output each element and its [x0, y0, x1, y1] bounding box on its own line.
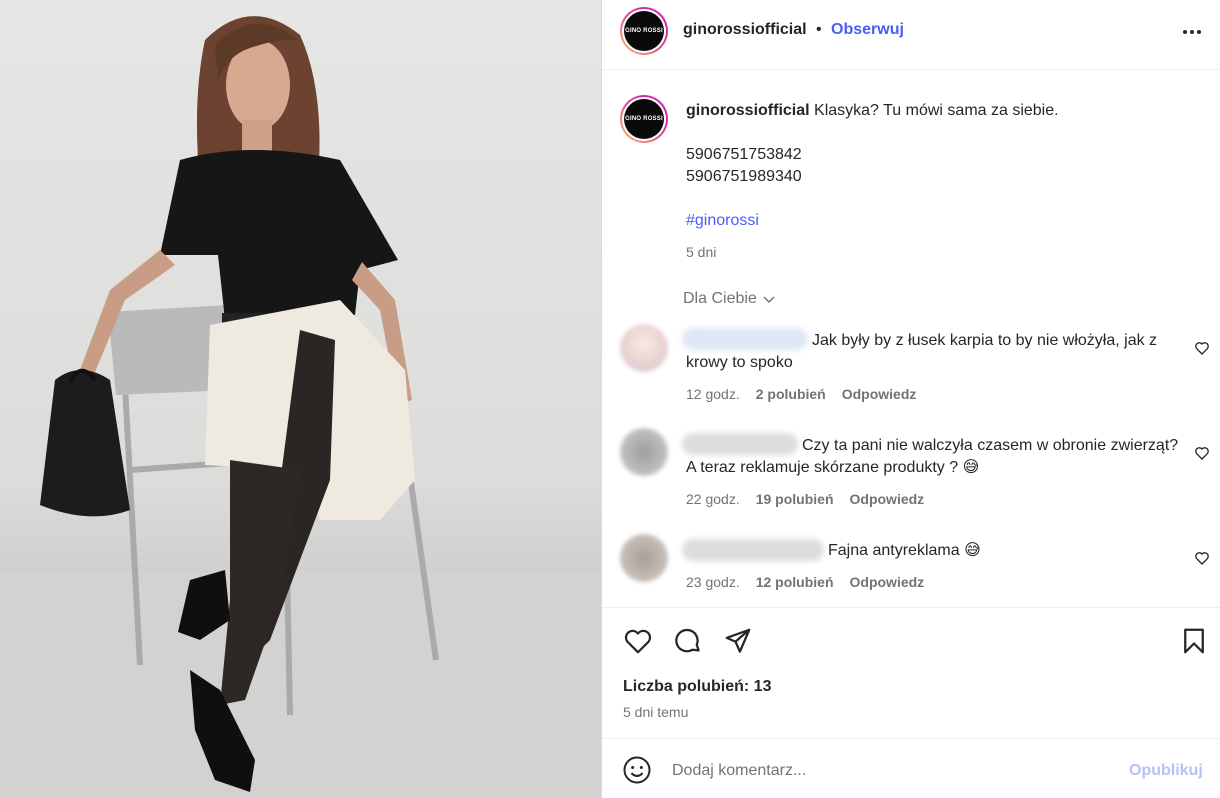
reply-button[interactable]: Odpowiedz — [842, 386, 917, 402]
post-photo[interactable] — [0, 0, 601, 798]
follow-button[interactable]: Obserwuj — [831, 21, 904, 39]
likes-count[interactable]: Liczba polubień: 13 — [623, 678, 771, 696]
comment-time: 12 godz. — [686, 386, 740, 402]
add-comment-bar: Opublikuj — [602, 738, 1220, 798]
reply-button[interactable]: Odpowiedz — [850, 574, 925, 590]
comment-likes[interactable]: 12 polubień — [756, 574, 834, 590]
comment-likes[interactable]: 19 polubień — [756, 491, 834, 507]
more-options-icon[interactable] — [1180, 20, 1204, 44]
comment-input[interactable] — [672, 756, 1092, 786]
comment-text: Fajna antyreklama 😅 — [828, 542, 981, 559]
comment-text: Jak były by z łusek karpia to by nie wło… — [686, 332, 1158, 371]
post-timestamp: 5 dni temu — [623, 704, 689, 720]
separator-dot: • — [816, 21, 822, 38]
chevron-down-icon — [763, 296, 775, 304]
share-send-icon[interactable] — [722, 625, 754, 657]
comment-bubble-icon[interactable] — [672, 625, 704, 657]
publish-button[interactable]: Opublikuj — [1129, 762, 1203, 780]
post-header: GINO ROSSI ginorossiofficial • Obserwuj — [602, 0, 1220, 70]
commenter-avatar[interactable] — [620, 428, 668, 476]
caption-timestamp: 5 dni — [686, 244, 717, 260]
comment-meta: 12 godz. 2 polubień Odpowiedz — [686, 386, 916, 402]
emoji-icon[interactable] — [622, 755, 652, 785]
comment-text: Czy ta pani nie walczyła czasem w obroni… — [686, 437, 1179, 476]
post-detail-panel: GINO ROSSI ginorossiofficial • Obserwuj … — [601, 0, 1220, 798]
caption-code: 5906751753842 — [686, 146, 802, 163]
brand-logo: GINO ROSSI — [624, 99, 664, 139]
comment-time: 22 godz. — [686, 491, 740, 507]
commenter-avatar[interactable] — [620, 324, 668, 372]
caption-text: Klasyka? Tu mówi sama za siebie. — [814, 102, 1059, 119]
reply-button[interactable]: Odpowiedz — [850, 491, 925, 507]
hashtag-link[interactable]: #ginorossi — [686, 210, 1196, 232]
comment-meta: 22 godz. 19 polubień Odpowiedz — [686, 491, 924, 507]
caption-username[interactable]: ginorossiofficial — [686, 102, 810, 119]
sort-label: Dla Ciebie — [683, 290, 757, 307]
post-username[interactable]: ginorossiofficial — [683, 21, 807, 39]
comment-sort-dropdown[interactable]: Dla Ciebie — [683, 290, 777, 308]
comment-likes[interactable]: 2 polubień — [756, 386, 826, 402]
like-heart-icon[interactable] — [622, 625, 654, 657]
brand-logo: GINO ROSSI — [624, 11, 664, 51]
heart-icon[interactable] — [1194, 550, 1210, 566]
caption-body: ginorossiofficial Klasyka? Tu mówi sama … — [686, 100, 1196, 232]
comment-meta: 23 godz. 12 polubień Odpowiedz — [686, 574, 924, 590]
heart-icon[interactable] — [1194, 340, 1210, 356]
bookmark-icon[interactable] — [1178, 625, 1210, 657]
heart-icon[interactable] — [1194, 445, 1210, 461]
caption-avatar[interactable]: GINO ROSSI — [620, 95, 668, 143]
caption-code: 5906751989340 — [686, 168, 802, 185]
comment-time: 23 godz. — [686, 574, 740, 590]
post-photo-illustration — [0, 16, 601, 798]
commenter-avatar[interactable] — [620, 534, 668, 582]
actions-divider — [602, 607, 1220, 608]
profile-avatar[interactable]: GINO ROSSI — [620, 7, 668, 55]
